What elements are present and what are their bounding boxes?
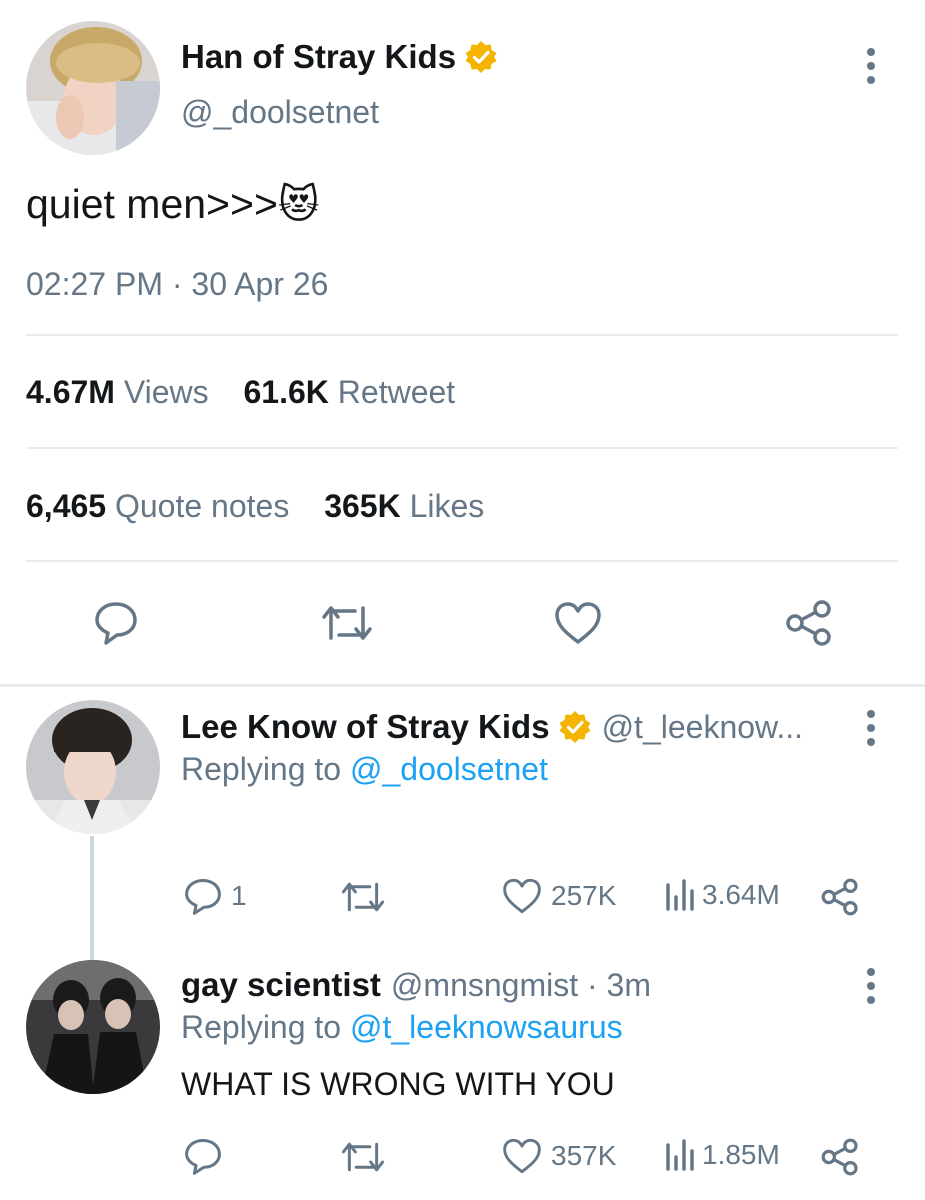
divider — [26, 447, 898, 449]
reply1-reply-button[interactable]: 1 — [183, 877, 247, 915]
reply-icon[interactable] — [93, 600, 139, 646]
replying-to-link[interactable]: @_doolsetnet — [350, 751, 548, 787]
display-name[interactable]: Han of Stray Kids — [181, 38, 456, 76]
reply2-retweet-button[interactable] — [340, 1137, 386, 1177]
reply2-reply-button[interactable] — [183, 1137, 223, 1175]
divider — [26, 334, 898, 336]
tweet-text: quiet men>>>😻 — [26, 181, 320, 228]
reply2-display-name[interactable]: gay scientist — [181, 966, 381, 1004]
replying-to-link[interactable]: @t_leeknowsaurus — [350, 1009, 623, 1045]
stat-views[interactable]: 4.67M Views — [26, 374, 218, 410]
tweet-timestamp[interactable]: 02:27 PM · 30 Apr 26 — [26, 266, 328, 303]
views-icon — [664, 1137, 698, 1173]
thread-line — [90, 836, 94, 960]
like-count: 357K — [551, 1140, 617, 1171]
retweet-icon — [340, 877, 386, 917]
retweet-icon[interactable] — [320, 600, 374, 646]
section-divider — [0, 684, 925, 687]
emoji-heart-eyes-cat: 😻 — [277, 182, 320, 228]
more-vertical-icon[interactable] — [865, 48, 877, 84]
like-count: 257K — [551, 880, 617, 911]
views-icon — [664, 877, 698, 913]
reply1-handle[interactable]: @t_leeknow... — [602, 709, 803, 746]
view-count: 1.85M — [702, 1139, 780, 1170]
verified-badge-icon — [464, 40, 498, 74]
reply1-retweet-button[interactable] — [340, 877, 386, 917]
avatar-han[interactable] — [26, 21, 160, 155]
reply1-views-button[interactable]: 3.64M — [664, 877, 780, 913]
stats-row-views-retweets: 4.67M Views 61.6K Retweet — [26, 374, 455, 411]
view-count: 3.64M — [702, 879, 780, 910]
reply1-replying-to: Replying to @_doolsetnet — [181, 751, 548, 787]
reply2-like-button[interactable]: 357K — [501, 1137, 616, 1175]
stat-retweets[interactable]: 61.6K Retweet — [244, 374, 456, 410]
verified-badge-icon — [558, 710, 592, 744]
handle[interactable]: @_doolsetnet — [181, 94, 379, 131]
reply2-text: WHAT IS WRONG WITH YOU — [181, 1066, 615, 1102]
share-icon[interactable] — [784, 598, 834, 648]
share-icon[interactable] — [820, 1137, 860, 1177]
avatar-leeknow[interactable] — [26, 700, 160, 834]
like-icon[interactable] — [553, 600, 603, 646]
reply-icon — [183, 877, 223, 915]
reply2-handle-time[interactable]: @mnsngmist · 3m — [391, 967, 651, 1004]
reply1-like-button[interactable]: 257K — [501, 877, 616, 915]
tweet-text-body: quiet men>>> — [26, 181, 278, 227]
retweet-icon — [340, 1137, 386, 1177]
share-icon[interactable] — [820, 877, 860, 917]
reply-icon — [183, 1137, 223, 1175]
stat-likes[interactable]: 365K Likes — [324, 488, 484, 524]
like-icon — [501, 877, 543, 915]
reply2-views-button[interactable]: 1.85M — [664, 1137, 780, 1173]
stat-quotes[interactable]: 6,465 Quote notes — [26, 488, 298, 524]
avatar-gay-scientist[interactable] — [26, 960, 160, 1094]
like-icon — [501, 1137, 543, 1175]
more-vertical-icon[interactable] — [865, 968, 877, 1004]
reply2-replying-to: Replying to @t_leeknowsaurus — [181, 1009, 623, 1045]
stats-row-quotes-likes: 6,465 Quote notes 365K Likes — [26, 488, 484, 525]
divider — [26, 560, 898, 562]
reply1-display-name[interactable]: Lee Know of Stray Kids — [181, 708, 550, 746]
reply-count: 1 — [231, 880, 247, 911]
more-vertical-icon[interactable] — [865, 710, 877, 746]
